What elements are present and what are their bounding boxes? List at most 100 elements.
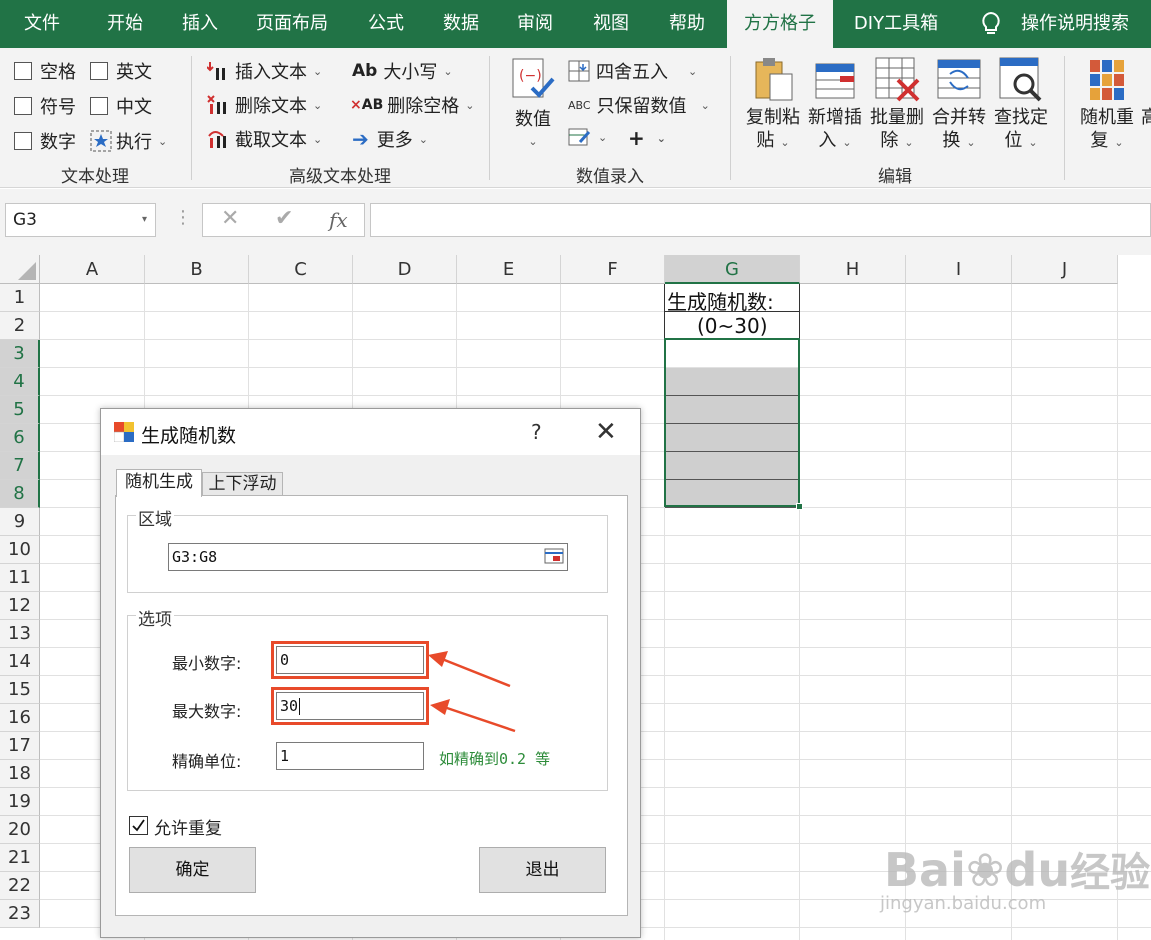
tab-fangfang[interactable]: 方方格子: [727, 0, 833, 48]
row-header-8[interactable]: 8: [0, 480, 40, 508]
row-header-23[interactable]: 23: [0, 900, 40, 928]
row-header-19[interactable]: 19: [0, 788, 40, 816]
cancel-icon[interactable]: ✕: [221, 206, 239, 231]
options-legend: 选项: [136, 605, 174, 630]
ok-button[interactable]: 确定: [129, 847, 256, 893]
min-number-input[interactable]: 0: [276, 646, 424, 674]
tab-page-layout[interactable]: 页面布局: [246, 0, 338, 48]
column-header-i[interactable]: I: [906, 255, 1012, 284]
row-header-18[interactable]: 18: [0, 760, 40, 788]
group-label-edit: 编辑: [878, 167, 912, 187]
row-header-17[interactable]: 17: [0, 732, 40, 760]
svg-text:(−): (−): [519, 68, 542, 84]
clipped-ribbon-button[interactable]: 高: [1140, 106, 1151, 129]
row-header-15[interactable]: 15: [0, 676, 40, 704]
numeric-button[interactable]: 数值: [508, 108, 558, 131]
tab-formulas[interactable]: 公式: [352, 0, 420, 48]
region-input[interactable]: G3:G8: [168, 543, 568, 571]
column-header-b[interactable]: B: [145, 255, 249, 284]
tab-random-generate[interactable]: 随机生成: [116, 469, 202, 497]
tab-view[interactable]: 视图: [578, 0, 644, 48]
insert-text-button[interactable]: 插入文本 ⌄: [207, 58, 322, 84]
random-repeat-button[interactable]: 随机重复 ⌄: [1074, 106, 1140, 154]
help-button[interactable]: ?: [531, 420, 542, 444]
precision-input[interactable]: 1: [276, 742, 424, 770]
row-header-5[interactable]: 5: [0, 396, 40, 424]
name-box[interactable]: G3 ▾: [5, 203, 156, 237]
formula-input[interactable]: [370, 203, 1151, 237]
row-header-11[interactable]: 11: [0, 564, 40, 592]
row-header-12[interactable]: 12: [0, 592, 40, 620]
tab-home[interactable]: 开始: [90, 0, 160, 48]
watermark-logo: Bai❀du经验: [884, 843, 1151, 897]
cell-g2[interactable]: (0~30): [697, 314, 768, 338]
tab-data[interactable]: 数据: [428, 0, 494, 48]
tell-me-search[interactable]: 操作说明搜索: [1012, 0, 1138, 48]
fx-icon[interactable]: fx: [329, 208, 348, 232]
row-header-10[interactable]: 10: [0, 536, 40, 564]
column-header-h[interactable]: H: [800, 255, 906, 284]
keep-numbers-button[interactable]: ABC 只保留数值 ⌄: [568, 92, 710, 118]
delete-text-button[interactable]: 删除文本 ⌄: [207, 92, 322, 118]
column-header-d[interactable]: D: [353, 255, 457, 284]
delete-space-button[interactable]: ×AB 删除空格 ⌄: [350, 92, 474, 118]
fill-handle[interactable]: [796, 503, 803, 510]
checkmark-icon: [132, 819, 145, 832]
find-locate-button[interactable]: 查找定位 ⌄: [988, 106, 1054, 154]
batch-delete-button[interactable]: 批量删除 ⌄: [864, 106, 930, 154]
checkbox-symbol[interactable]: 符号: [14, 93, 76, 119]
row-header-14[interactable]: 14: [0, 648, 40, 676]
column-header-f[interactable]: F: [561, 255, 665, 284]
execute-button[interactable]: 执行 ⌄: [90, 128, 167, 154]
row-header-9[interactable]: 9: [0, 508, 40, 536]
exit-button[interactable]: 退出: [479, 847, 606, 893]
row-header-20[interactable]: 20: [0, 816, 40, 844]
row-header-2[interactable]: 2: [0, 312, 40, 340]
case-button[interactable]: Ab 大小写 ⌄: [352, 58, 453, 84]
row-header-13[interactable]: 13: [0, 620, 40, 648]
column-header-c[interactable]: C: [249, 255, 353, 284]
row-header-22[interactable]: 22: [0, 872, 40, 900]
tab-help[interactable]: 帮助: [654, 0, 720, 48]
resize-handle[interactable]: ⋮: [174, 207, 192, 228]
allow-repeat-checkbox[interactable]: [129, 816, 148, 835]
checkbox-english[interactable]: 英文: [90, 58, 152, 84]
row-header-21[interactable]: 21: [0, 844, 40, 872]
row-header-16[interactable]: 16: [0, 704, 40, 732]
copy-paste-button[interactable]: 复制粘贴 ⌄: [740, 106, 806, 154]
round-button[interactable]: 四舍五入 ⌄: [568, 58, 697, 84]
row-header-6[interactable]: 6: [0, 424, 40, 452]
row-header-3[interactable]: 3: [0, 340, 40, 368]
checkbox-chinese[interactable]: 中文: [90, 93, 152, 119]
tab-insert[interactable]: 插入: [164, 0, 236, 48]
plus-button[interactable]: + ⌄: [628, 126, 666, 150]
max-number-label: 最大数字:: [172, 702, 242, 721]
range-picker-icon[interactable]: [544, 548, 564, 564]
more-button[interactable]: ➔ 更多 ⌄: [352, 126, 428, 152]
column-header-a[interactable]: A: [40, 255, 145, 284]
add-insert-button[interactable]: 新增插入 ⌄: [802, 106, 868, 154]
extract-text-button[interactable]: 截取文本 ⌄: [207, 126, 322, 152]
tab-float-up-down[interactable]: 上下浮动: [202, 472, 283, 496]
select-all-corner[interactable]: [0, 255, 40, 284]
tab-diy-toolbox[interactable]: DIY工具箱: [842, 0, 950, 48]
ribbon-tab-bar: 文件 开始 插入 页面布局 公式 数据 审阅 视图 帮助 方方格子 DIY工具箱…: [0, 0, 1151, 48]
lightbulb-icon: [982, 11, 1000, 34]
column-header-e[interactable]: E: [457, 255, 561, 284]
row-header-7[interactable]: 7: [0, 452, 40, 480]
close-icon[interactable]: ✕: [595, 417, 617, 447]
row-header-4[interactable]: 4: [0, 368, 40, 396]
selection-border: [664, 338, 800, 507]
checkbox-space[interactable]: 空格: [14, 58, 76, 84]
checkbox-number[interactable]: 数字: [14, 128, 76, 154]
tab-review[interactable]: 审阅: [502, 0, 568, 48]
row-header-1[interactable]: 1: [0, 284, 40, 312]
edit-sheet-button[interactable]: ⌄: [568, 126, 607, 148]
column-header-g[interactable]: G: [665, 255, 800, 284]
merge-convert-button[interactable]: 合并转换 ⌄: [926, 106, 992, 154]
cell-g1[interactable]: 生成随机数:: [667, 286, 774, 315]
column-header-j[interactable]: J: [1012, 255, 1118, 284]
max-number-input[interactable]: 30: [276, 692, 424, 720]
confirm-icon[interactable]: ✔: [275, 206, 293, 231]
tab-file[interactable]: 文件: [6, 0, 78, 48]
